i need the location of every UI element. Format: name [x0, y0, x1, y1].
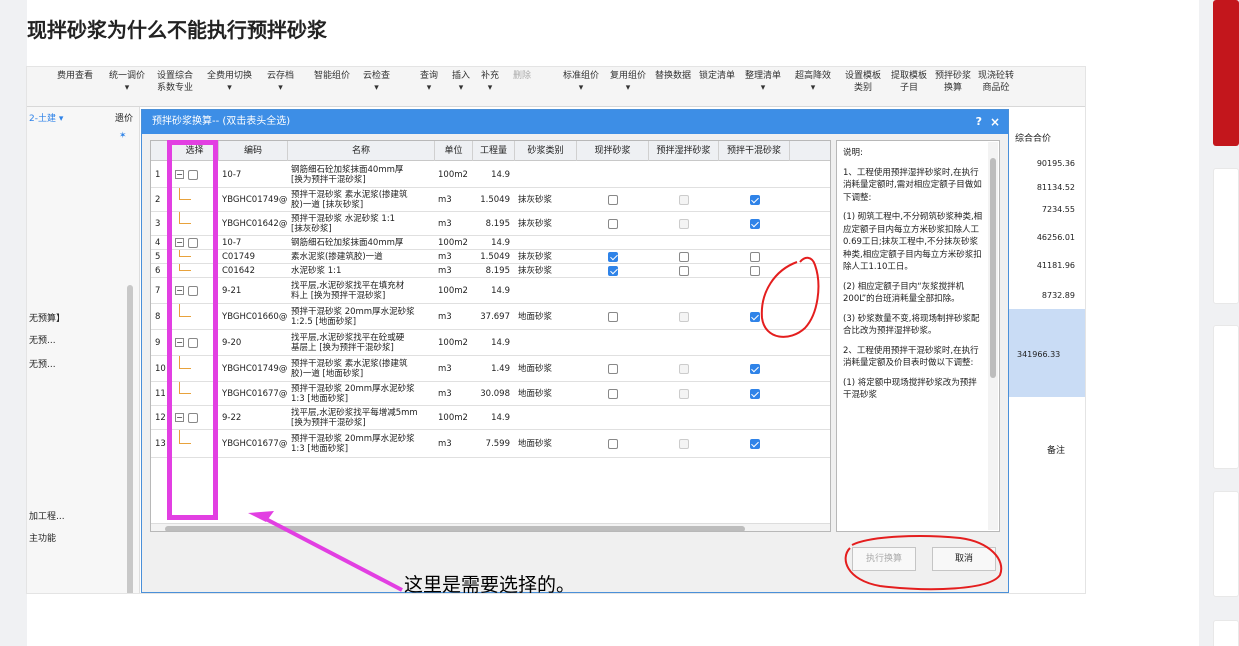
rail-card	[1213, 491, 1239, 597]
callout-text: 这里是需要选择的。	[404, 574, 576, 596]
red-circle-buttons	[844, 535, 1003, 591]
red-circle-checkboxes	[760, 256, 820, 338]
rail-card	[1213, 620, 1239, 646]
rail-banner	[1213, 0, 1239, 146]
rail-card	[1213, 325, 1239, 469]
annotation-overlay	[248, 256, 1003, 592]
page: 现拌砂浆为什么不能执行预拌砂浆 费用查看 统一调价 ▾ 设置综合 系数专业 全费用切换…	[0, 0, 1239, 646]
arrow-line	[263, 516, 403, 592]
rail-card	[1213, 168, 1239, 304]
right-rail	[1213, 0, 1239, 646]
